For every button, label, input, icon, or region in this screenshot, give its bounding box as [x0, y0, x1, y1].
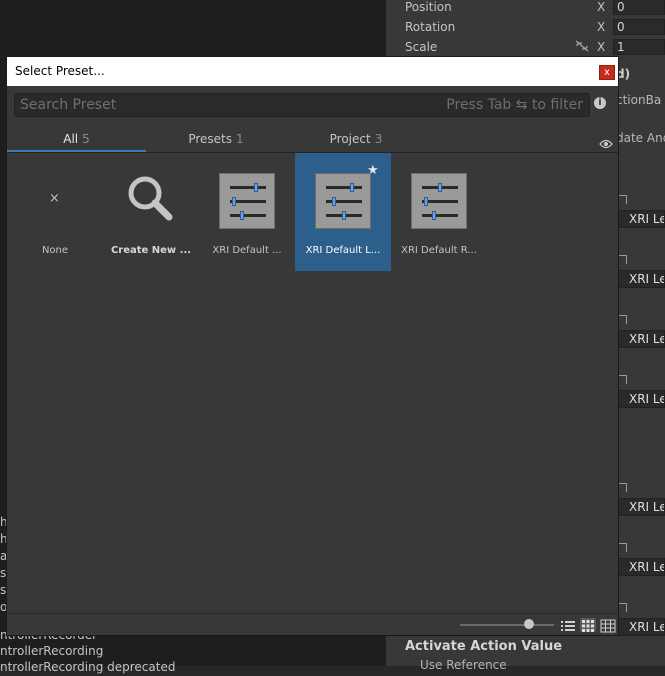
preset-item-none[interactable]: × None — [7, 153, 103, 271]
checkbox[interactable] — [618, 375, 627, 384]
reference-field[interactable]: XRI Le — [618, 270, 665, 288]
position-row: Position X 0 — [405, 0, 665, 20]
dialog-footer — [7, 613, 618, 635]
preset-label: XRI Default ... — [212, 245, 282, 256]
close-button[interactable]: x — [599, 65, 615, 80]
zoom-slider-track[interactable] — [460, 624, 554, 626]
preset-label: XRI Default L... — [305, 245, 381, 256]
preset-item[interactable]: XRI Default R... — [391, 153, 487, 271]
checkbox[interactable] — [618, 543, 627, 552]
table-view-icon[interactable] — [600, 618, 616, 633]
rotation-label: Rotation — [405, 20, 456, 34]
close-icon: × — [49, 191, 60, 206]
checkbox[interactable] — [618, 255, 627, 264]
preset-grid: × None Create New ... XRI Default ... ★ — [7, 153, 618, 613]
tab-label: All — [63, 132, 79, 146]
section-title: Activate Action Value — [405, 639, 563, 654]
tab-all[interactable]: All 5 — [7, 126, 146, 152]
preset-item[interactable]: XRI Default ... — [199, 153, 295, 271]
tab-label: Presets — [188, 132, 233, 146]
tab-project[interactable]: Project 3 — [286, 126, 426, 152]
preset-icon — [219, 173, 275, 229]
tab-count: 5 — [82, 132, 90, 146]
reference-field[interactable]: XRI Le — [618, 210, 665, 228]
scale-label: Scale — [405, 40, 438, 54]
list-view-icon[interactable] — [560, 618, 576, 632]
field-fragment: ctionBa — [616, 93, 662, 107]
field-fragment: date And — [616, 131, 665, 145]
list-item[interactable]: ntrollerRecording deprecated — [0, 660, 300, 676]
grid-view-icon[interactable] — [580, 618, 596, 632]
checkbox[interactable] — [618, 483, 627, 492]
select-preset-dialog: Select Preset... x Press Tab ⇆ to filter… — [6, 56, 619, 636]
preset-icon — [411, 173, 467, 229]
search-icon — [125, 173, 177, 229]
zoom-slider-handle[interactable] — [524, 619, 534, 629]
checkbox[interactable] — [618, 195, 627, 204]
reference-field[interactable]: XRI Le — [618, 558, 665, 576]
tab-count: 1 — [236, 132, 244, 146]
reference-field[interactable]: XRI Le — [618, 498, 665, 516]
reference-field[interactable]: XRI Le — [618, 330, 665, 348]
axis-label: X — [597, 40, 606, 54]
field-label: Use Reference — [420, 658, 507, 672]
reference-field[interactable]: XRI Le — [618, 618, 665, 636]
eye-icon[interactable] — [599, 134, 613, 149]
reference-field[interactable]: XRI Le — [618, 390, 665, 408]
checkbox[interactable] — [618, 603, 627, 612]
preset-item-create-new[interactable]: Create New ... — [103, 153, 199, 271]
tab-label: Project — [329, 132, 371, 146]
rotation-x-field[interactable]: 0 — [613, 19, 665, 35]
link-icon[interactable] — [575, 40, 589, 52]
preset-label: Create New ... — [110, 245, 192, 256]
tab-bar: All 5 Presets 1 Project 3 — [7, 126, 618, 153]
preset-item-selected[interactable]: ★ XRI Default L... — [295, 153, 391, 271]
dialog-titlebar[interactable]: Select Preset... x — [7, 57, 618, 86]
axis-label: X — [597, 20, 606, 34]
scale-x-field[interactable]: 1 — [613, 39, 665, 55]
checkbox[interactable] — [618, 315, 627, 324]
preset-icon — [315, 173, 371, 229]
preset-label: None — [41, 245, 69, 256]
rotation-row: Rotation X 0 — [405, 19, 665, 40]
dialog-title: Select Preset... — [15, 64, 105, 78]
search-input[interactable] — [20, 95, 420, 115]
axis-label: X — [597, 0, 606, 14]
tab-presets[interactable]: Presets 1 — [146, 126, 286, 152]
position-x-field[interactable]: 0 — [613, 0, 665, 15]
list-item[interactable]: ntrollerRecording — [0, 644, 300, 660]
preset-label: XRI Default R... — [401, 245, 477, 256]
info-icon[interactable]: i — [594, 97, 606, 109]
search-hint: Press Tab ⇆ to filter — [446, 97, 583, 113]
tab-count: 3 — [374, 132, 383, 146]
search-bar: Press Tab ⇆ to filter — [14, 93, 590, 117]
position-label: Position — [405, 0, 452, 14]
